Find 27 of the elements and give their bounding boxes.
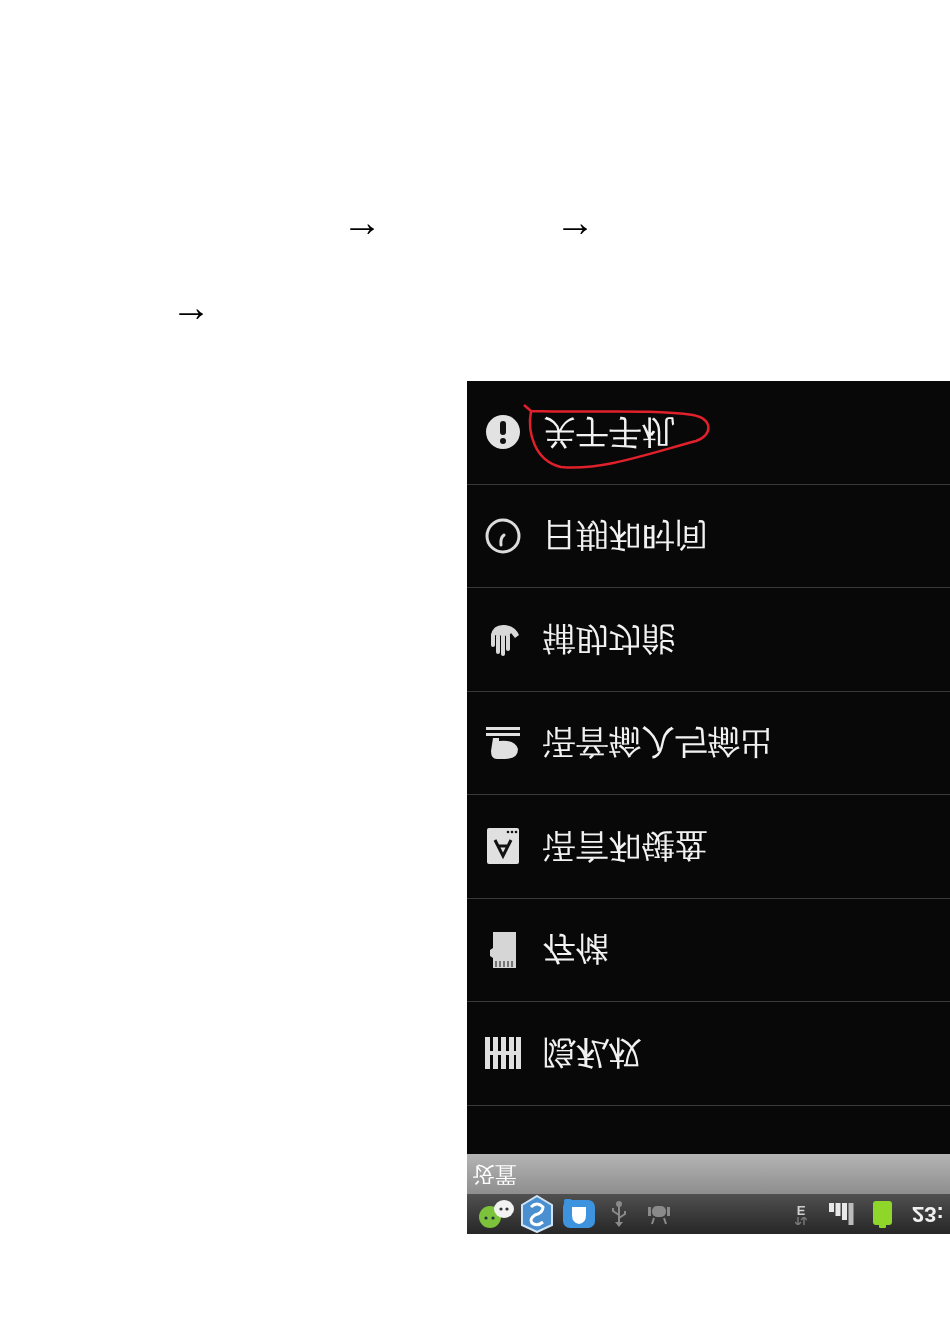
settings-item[interactable]: 辅助功能 <box>467 588 950 692</box>
usb-icon[interactable] <box>610 1201 628 1227</box>
memory-card-icon <box>490 931 516 968</box>
data-arrows-icon <box>795 1216 807 1225</box>
settings-item[interactable]: 关于手机 <box>467 381 950 485</box>
settings-item[interactable]: 存储 <box>467 898 950 1002</box>
settings-item[interactable]: 语音输入与输出 <box>467 691 950 795</box>
settings-item[interactable]: 语言和键盘 <box>467 795 950 899</box>
app-tile-icon[interactable] <box>562 1199 596 1229</box>
settings-item[interactable]: 隐私权 <box>467 1002 950 1106</box>
clock-icon <box>485 517 521 554</box>
battery-icon <box>873 1200 892 1228</box>
arrow-symbol: → <box>171 287 211 328</box>
screen-title: 设置 <box>473 1162 517 1185</box>
triangle-tile-icon <box>487 828 519 865</box>
status-time: 23: <box>912 1203 944 1225</box>
exclamation-icon <box>485 414 521 451</box>
arrow-symbol: → <box>555 202 595 243</box>
chat-bubbles-icon[interactable] <box>477 1199 515 1229</box>
robot-icon[interactable] <box>648 1203 670 1225</box>
network-type-label: E <box>796 1203 806 1217</box>
settings-item[interactable]: 日期和时间 <box>467 484 950 588</box>
signal-icon <box>829 1203 854 1225</box>
shield-icon[interactable] <box>520 1195 554 1233</box>
speech-bubble-icon <box>485 724 521 761</box>
grid-bars-icon <box>485 1035 521 1072</box>
arrow-symbol: → <box>342 202 382 243</box>
